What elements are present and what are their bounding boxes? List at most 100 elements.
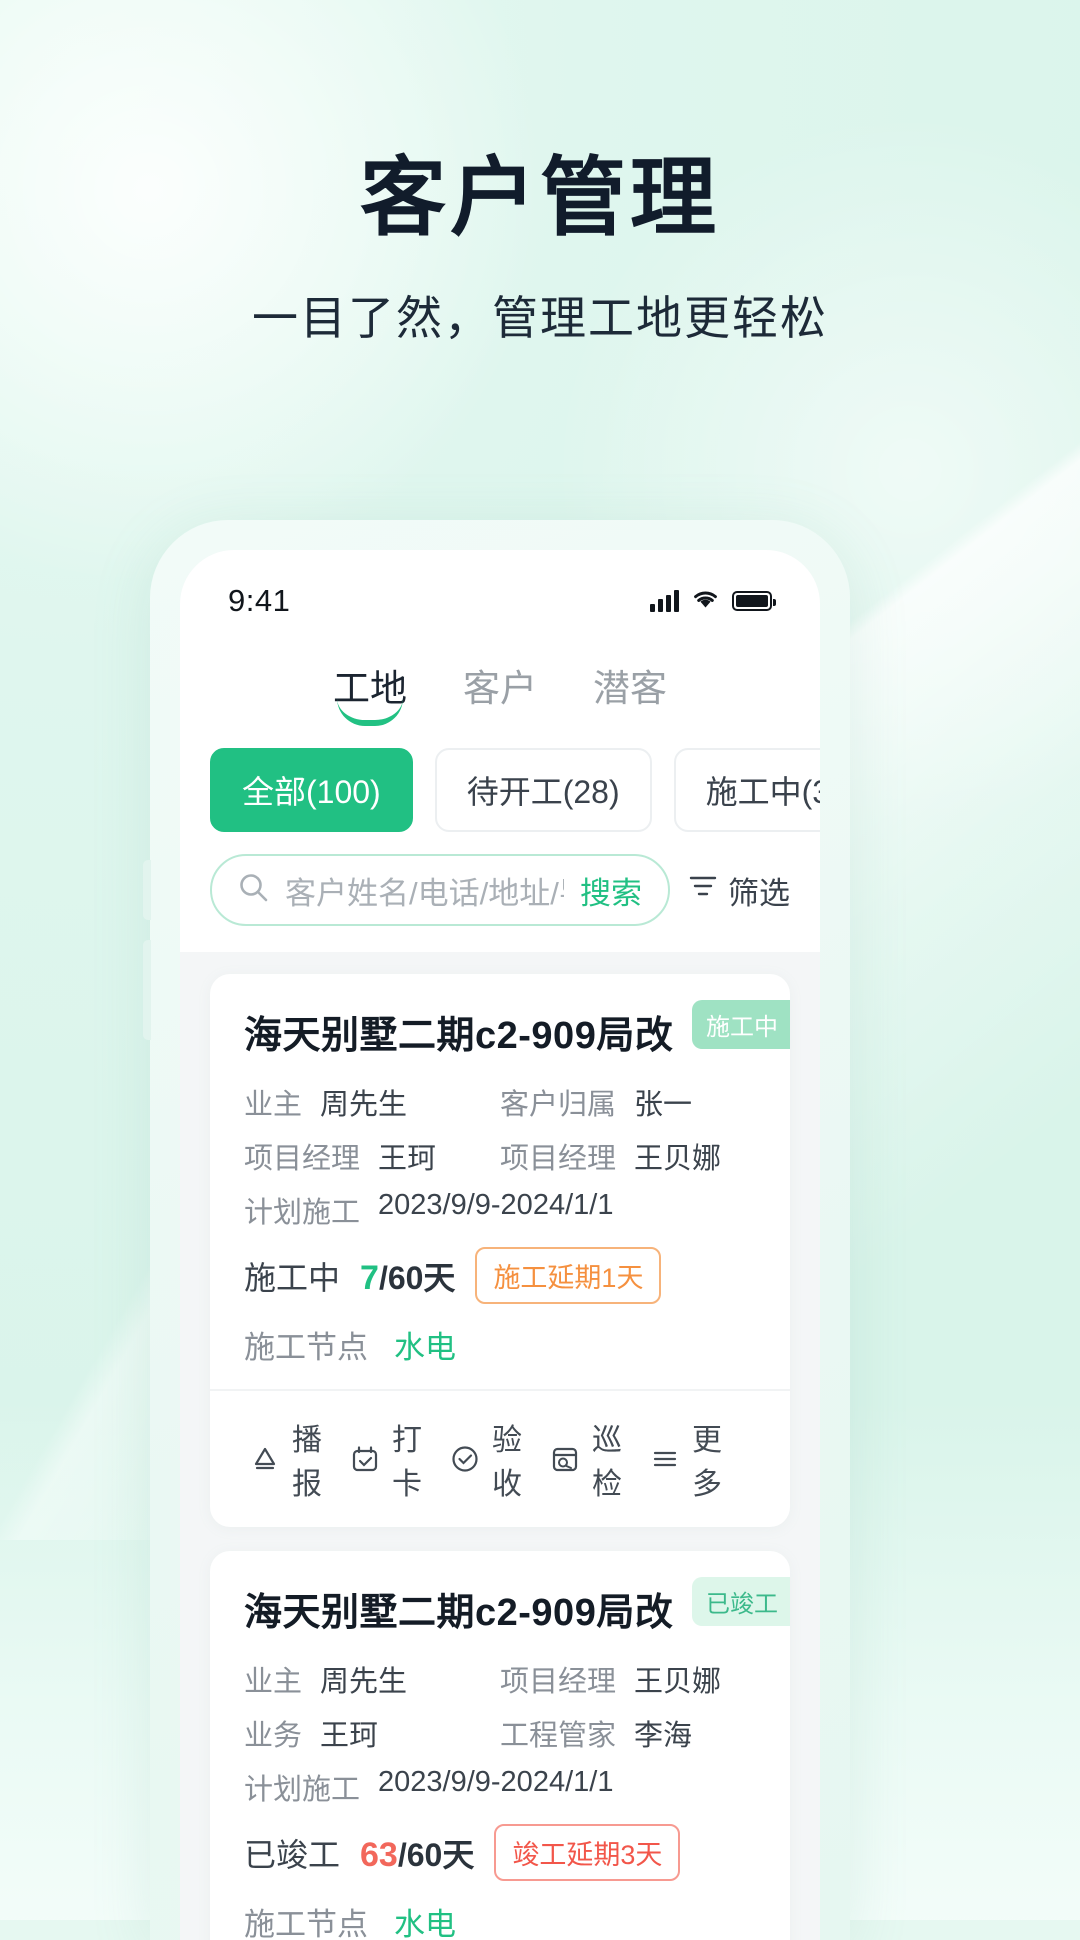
action-label: 打卡 bbox=[392, 1424, 422, 1501]
field-value: 李海 bbox=[634, 1720, 693, 1752]
progress-label: 施工中 bbox=[244, 1259, 341, 1296]
search-input[interactable]: 客户姓名/电话/地址/导购 搜索 bbox=[210, 854, 670, 926]
field-label: 业主 bbox=[244, 1089, 303, 1121]
search-row: 客户姓名/电话/地址/导购 搜索 筛选 bbox=[180, 832, 820, 926]
field: 业务 王珂 bbox=[244, 1712, 500, 1754]
progress-line: 施工中 7/60天 施工延期1天 bbox=[244, 1247, 756, 1304]
field-label: 计划施工 bbox=[244, 1197, 361, 1229]
field-label: 业主 bbox=[244, 1666, 303, 1698]
field: 计划施工 2023/9/9-2024/1/1 bbox=[244, 1189, 756, 1231]
tab-label: 潜客 bbox=[593, 668, 667, 709]
chip-pending[interactable]: 待开工(28) bbox=[434, 748, 652, 832]
list-more-icon bbox=[650, 1444, 680, 1474]
field-row: 业主 周先生 项目经理 王贝娜 bbox=[244, 1658, 756, 1700]
field-value: 2023/9/9-2024/1/1 bbox=[378, 1766, 614, 1798]
progress-days: 7/60天 bbox=[360, 1258, 456, 1297]
field-row: 计划施工 2023/9/9-2024/1/1 bbox=[244, 1766, 756, 1808]
progress-days: 63/60天 bbox=[360, 1835, 475, 1874]
field-label: 项目经理 bbox=[500, 1143, 617, 1175]
card-title: 海天别墅二期c2-909局改 bbox=[244, 1592, 674, 1634]
action-checkin[interactable]: 打卡 bbox=[350, 1415, 450, 1503]
node-label: 施工节点 bbox=[244, 1330, 368, 1365]
action-acceptance[interactable]: 验收 bbox=[450, 1415, 550, 1503]
action-inspection[interactable]: 巡检 bbox=[550, 1415, 650, 1503]
field: 项目经理 王贝娜 bbox=[500, 1135, 756, 1177]
field: 项目经理 王珂 bbox=[244, 1135, 500, 1177]
field-value: 王贝娜 bbox=[634, 1143, 722, 1175]
list-item[interactable]: 施工中 海天别墅二期c2-909局改 业主 周先生 客户归属 张一 项目经理 王珂 项… bbox=[210, 974, 790, 1527]
action-label: 巡检 bbox=[592, 1424, 622, 1501]
signal-bars-icon bbox=[650, 590, 679, 612]
field: 客户归属 张一 bbox=[500, 1081, 756, 1123]
action-more[interactable]: 更多 bbox=[650, 1415, 750, 1503]
field-row: 业务 王珂 工程管家 李海 bbox=[244, 1712, 756, 1754]
status-badge: 已竣工 bbox=[692, 1577, 790, 1626]
delay-badge: 竣工延期3天 bbox=[494, 1824, 681, 1881]
wifi-icon bbox=[692, 588, 719, 615]
field-label: 计划施工 bbox=[244, 1774, 361, 1806]
field-label: 工程管家 bbox=[500, 1720, 617, 1752]
screen-header: 工地 客户 潜客 全部(100) 待开工(28) 施工中(30) 已竣工(30) bbox=[180, 636, 820, 952]
field-row: 计划施工 2023/9/9-2024/1/1 bbox=[244, 1189, 756, 1231]
phone-volume-down-button bbox=[143, 940, 151, 1040]
hero-section: 客户管理 一目了然，管理工地更轻松 bbox=[0, 150, 1080, 348]
field: 工程管家 李海 bbox=[500, 1712, 756, 1754]
filter-button[interactable]: 筛选 bbox=[688, 868, 790, 913]
action-label: 更多 bbox=[692, 1424, 722, 1501]
field-value: 周先生 bbox=[320, 1666, 408, 1698]
status-bar: 9:41 bbox=[180, 550, 820, 636]
card-title: 海天别墅二期c2-909局改 bbox=[244, 1015, 674, 1057]
card-fields: 业主 周先生 客户归属 张一 项目经理 王珂 项目经理 王贝娜 计划施工 2023/9/9… bbox=[244, 1081, 756, 1231]
card-fields: 业主 周先生 项目经理 王贝娜 业务 王珂 工程管家 李海 计划施工 2023/9/9-2… bbox=[244, 1658, 756, 1808]
tab-qianke[interactable]: 潜客 bbox=[593, 658, 667, 728]
field: 计划施工 2023/9/9-2024/1/1 bbox=[244, 1766, 756, 1808]
field-value: 王贝娜 bbox=[634, 1666, 722, 1698]
field-label: 客户归属 bbox=[500, 1089, 617, 1121]
search-placeholder: 客户姓名/电话/地址/导购 bbox=[285, 875, 564, 911]
tab-kehu[interactable]: 客户 bbox=[463, 658, 537, 728]
filter-label: 筛选 bbox=[728, 875, 790, 911]
clipboard-inspect-icon bbox=[550, 1444, 580, 1474]
calendar-check-icon bbox=[350, 1444, 380, 1474]
phone-mockup: 9:41 工地 客户 潜客 全部(100) 待开工(28) 施工中(客户姓名/… bbox=[143, 520, 850, 1940]
progress-line: 已竣工 63/60天 竣工延期3天 bbox=[244, 1824, 756, 1881]
tab-bar: 工地 客户 潜客 bbox=[180, 636, 820, 738]
chip-all[interactable]: 全部(100) bbox=[210, 748, 413, 832]
search-icon bbox=[238, 872, 269, 908]
card-action-bar: 播报 打卡 验收 巡检 更多 bbox=[210, 1389, 790, 1527]
field-label: 项目经理 bbox=[244, 1143, 361, 1175]
tab-label: 工地 bbox=[333, 668, 407, 709]
field-value: 张一 bbox=[634, 1089, 693, 1121]
status-badge: 施工中 bbox=[692, 1000, 790, 1049]
field-label: 项目经理 bbox=[500, 1666, 617, 1698]
field-value: 2023/9/9-2024/1/1 bbox=[378, 1189, 614, 1221]
site-card-list: 施工中 海天别墅二期c2-909局改 业主 周先生 客户归属 张一 项目经理 王珂 项… bbox=[180, 952, 820, 1940]
field: 项目经理 王贝娜 bbox=[500, 1658, 756, 1700]
field: 业主 周先生 bbox=[244, 1081, 500, 1123]
list-item[interactable]: 已竣工 海天别墅二期c2-909局改 业主 周先生 项目经理 王贝娜 业务 王珂 工程… bbox=[210, 1551, 790, 1940]
megaphone-icon bbox=[250, 1444, 280, 1474]
field: 业主 周先生 bbox=[244, 1658, 500, 1700]
field-value: 周先生 bbox=[320, 1089, 408, 1121]
phone-screen: 9:41 工地 客户 潜客 全部(100) 待开工(28) 施工中(客户姓名/… bbox=[180, 550, 820, 1940]
field-row: 业主 周先生 客户归属 张一 bbox=[244, 1081, 756, 1123]
delay-badge: 施工延期1天 bbox=[475, 1247, 662, 1304]
filter-chip-row[interactable]: 全部(100) 待开工(28) 施工中(30) 已竣工(30) bbox=[180, 738, 820, 832]
field-value: 王珂 bbox=[378, 1143, 437, 1175]
search-button[interactable]: 搜索 bbox=[580, 868, 642, 913]
chip-ongoing[interactable]: 施工中(30) bbox=[673, 748, 820, 832]
field-value: 王珂 bbox=[320, 1720, 379, 1752]
field-label: 业务 bbox=[244, 1720, 303, 1752]
action-broadcast[interactable]: 播报 bbox=[250, 1415, 350, 1503]
action-label: 验收 bbox=[492, 1424, 522, 1501]
battery-icon bbox=[732, 591, 776, 611]
action-label: 播报 bbox=[292, 1424, 322, 1501]
status-bar-icons bbox=[650, 588, 776, 615]
funnel-icon bbox=[688, 871, 718, 909]
tab-label: 客户 bbox=[463, 668, 537, 709]
progress-label: 已竣工 bbox=[244, 1836, 341, 1873]
check-circle-icon bbox=[450, 1444, 480, 1474]
field-row: 项目经理 王珂 项目经理 王贝娜 bbox=[244, 1135, 756, 1177]
status-bar-clock: 9:41 bbox=[228, 583, 291, 618]
tab-gongdi[interactable]: 工地 bbox=[333, 658, 407, 728]
